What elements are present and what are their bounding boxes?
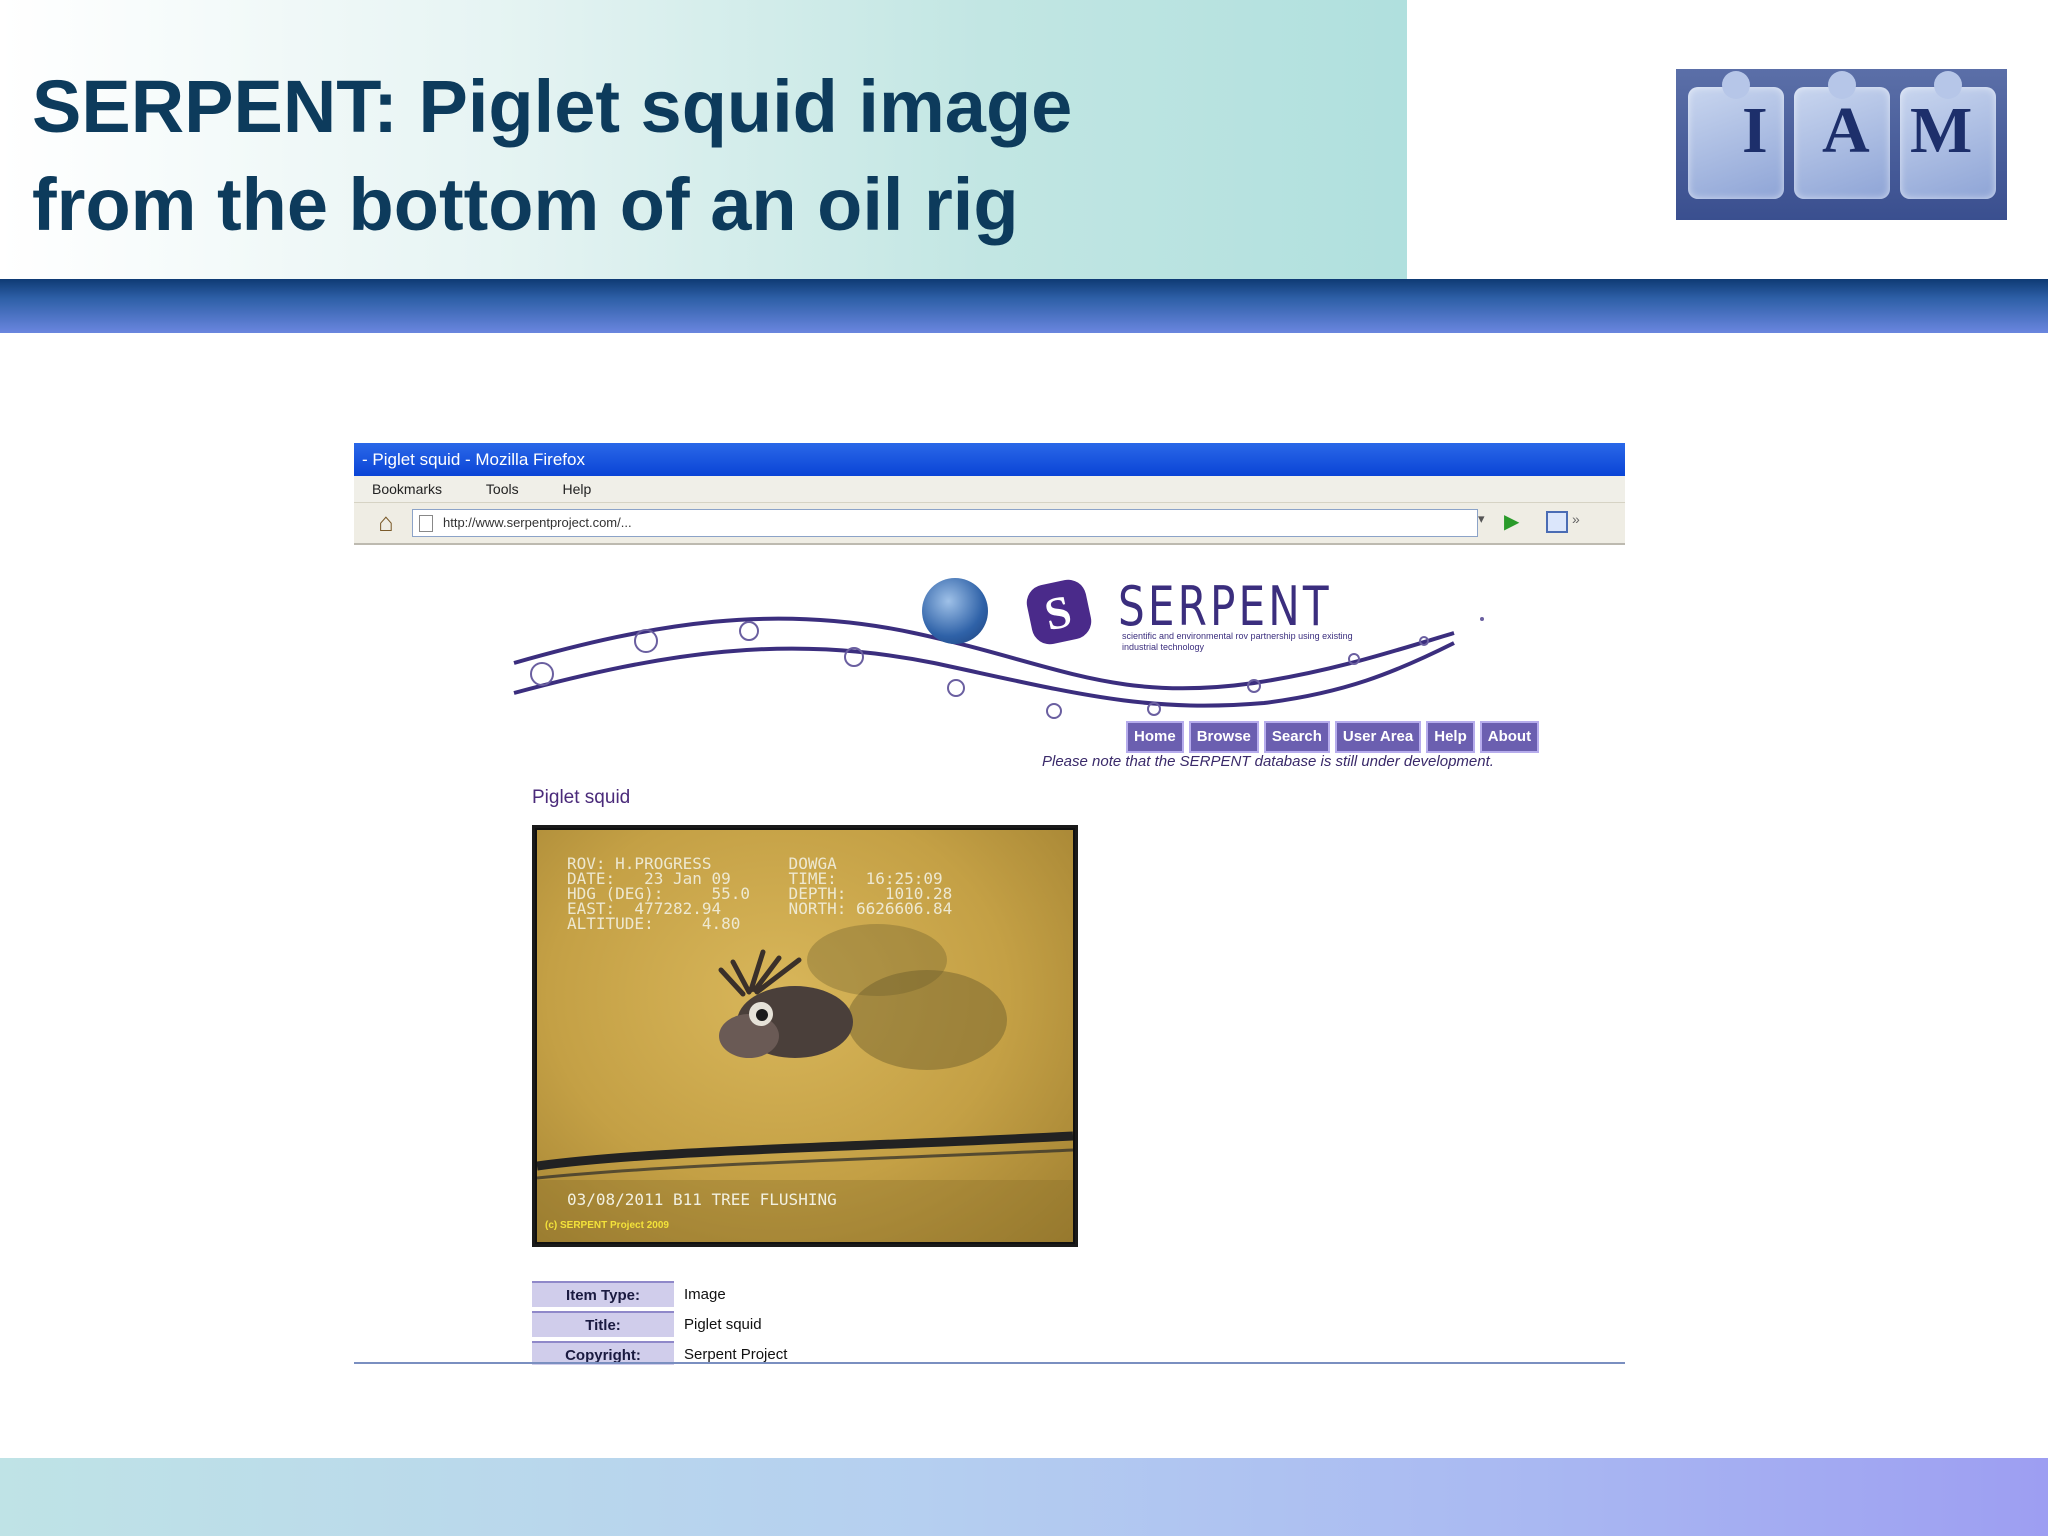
nav-user-area-button[interactable]: User Area (1334, 721, 1422, 753)
logo-letter-m: M (1910, 94, 1973, 167)
puzzle-piece-icon (1688, 71, 1784, 199)
overflow-chevron-icon[interactable]: » (1572, 511, 1584, 527)
iam-logo: I A M (1676, 69, 2007, 220)
metadata-key: Item Type: (532, 1281, 674, 1307)
url-text: http://www.serpentproject.com/... (443, 515, 632, 530)
metadata-key: Title: (532, 1311, 674, 1337)
menu-bookmarks[interactable]: Bookmarks (372, 481, 442, 497)
overlay-bottom-line: 03/08/2011 B11 TREE FLUSHING (567, 1190, 837, 1209)
nav-search-button[interactable]: Search (1263, 721, 1330, 753)
menu-tools[interactable]: Tools (486, 481, 519, 497)
slide-title: SERPENT: Piglet squid image from the bot… (32, 58, 1332, 254)
globe-icon (922, 578, 988, 644)
slide-title-line-2: from the bottom of an oil rig (32, 163, 1019, 246)
go-arrow-icon[interactable]: ▶ (1504, 509, 1519, 534)
browser-screenshot: - Piglet squid - Mozilla Firefox Bookmar… (354, 443, 1625, 1365)
metadata-value: Image (684, 1285, 726, 1303)
navigation-toolbar: ⌂ http://www.serpentproject.com/... ▾ ▶ … (354, 503, 1625, 545)
slide-title-line-1: SERPENT: Piglet squid image (32, 65, 1073, 148)
page-icon (419, 515, 433, 532)
window-title-bar: - Piglet squid - Mozilla Firefox (354, 443, 1625, 476)
record-heading: Piglet squid (532, 787, 631, 808)
address-bar[interactable]: http://www.serpentproject.com/... (412, 509, 1478, 537)
logo-letter-i: I (1742, 94, 1768, 167)
overlay-line: ALTITUDE: 4.80 (567, 914, 741, 933)
search-engine-icon[interactable] (1546, 511, 1568, 533)
logo-letter-a: A (1822, 94, 1870, 167)
table-row: Title: Piglet squid (532, 1311, 787, 1337)
nav-browse-button[interactable]: Browse (1188, 721, 1259, 753)
site-tagline: scientific and environmental rov partner… (1122, 631, 1353, 652)
development-notice: Please note that the SERPENT database is… (1042, 753, 1494, 770)
menu-bar: Bookmarks Tools Help (354, 476, 1625, 503)
footer-band (0, 1458, 2048, 1536)
site-brand: SERPENT (1118, 575, 1332, 638)
piglet-squid-photo[interactable]: ROV: H.PROGRESS DOWGA DATE: 23 Jan 09 TI… (532, 825, 1078, 1247)
menu-help[interactable]: Help (563, 481, 592, 497)
video-overlay-text: ROV: H.PROGRESS DOWGA DATE: 23 Jan 09 TI… (567, 856, 1057, 933)
page-bottom-rule (354, 1362, 1625, 1364)
photo-frame: ROV: H.PROGRESS DOWGA DATE: 23 Jan 09 TI… (537, 830, 1073, 1242)
nav-help-button[interactable]: Help (1426, 721, 1475, 753)
chevron-down-icon[interactable]: ▾ (1478, 511, 1485, 527)
home-icon[interactable]: ⌂ (372, 509, 400, 535)
table-row: Item Type: Image (532, 1281, 787, 1307)
metadata-table: Item Type: Image Title: Piglet squid Cop… (532, 1277, 787, 1365)
nav-about-button[interactable]: About (1479, 721, 1540, 753)
site-nav: Home Browse Search User Area Help About (1126, 721, 1540, 753)
metadata-value: Piglet squid (684, 1315, 762, 1333)
photo-copyright: (c) SERPENT Project 2009 (545, 1220, 669, 1231)
header-divider-bar (0, 279, 2048, 333)
serpent-wave-graphic (513, 616, 1484, 719)
nav-home-button[interactable]: Home (1126, 721, 1184, 753)
